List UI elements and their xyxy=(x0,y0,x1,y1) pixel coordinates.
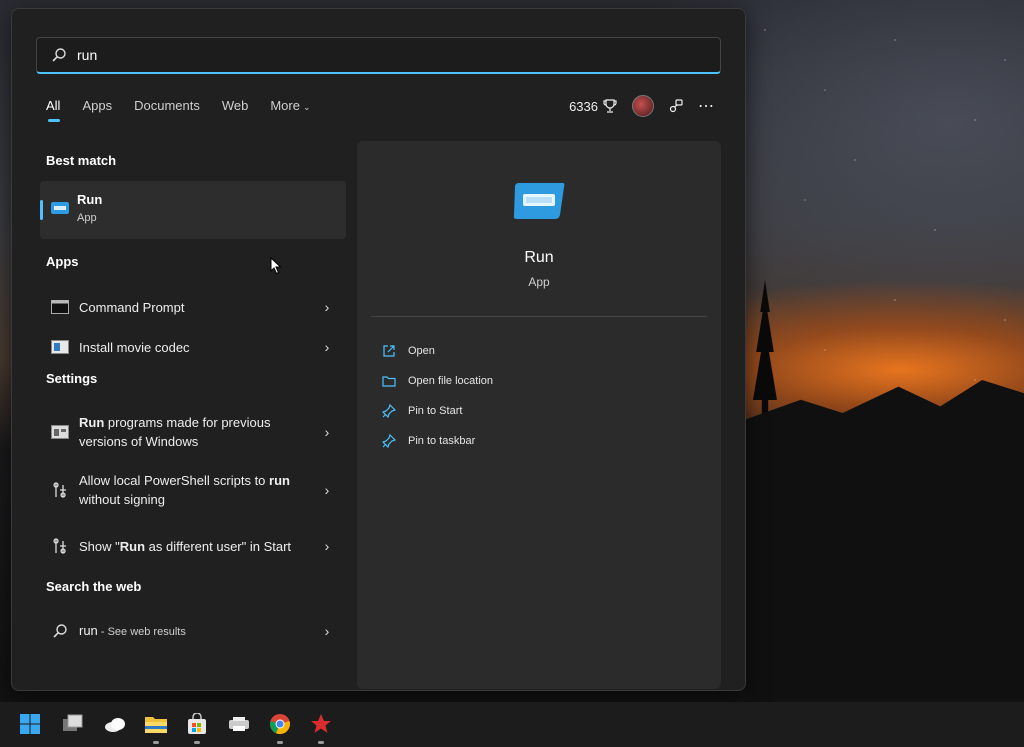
web-search-result[interactable]: run - See web results › xyxy=(40,611,346,651)
folder-icon xyxy=(381,373,397,389)
setting-result-label: Allow local PowerShell scripts to run wi… xyxy=(79,471,320,509)
section-best-match: Best match xyxy=(46,153,117,168)
search-icon xyxy=(50,621,70,641)
setting-text: Allow local PowerShell scripts to xyxy=(79,473,270,488)
action-label: Pin to taskbar xyxy=(408,435,476,447)
action-label: Open file location xyxy=(408,375,493,387)
share-icon[interactable] xyxy=(668,98,684,114)
match-highlight: run xyxy=(269,473,290,488)
trophy-icon xyxy=(603,99,617,113)
search-input[interactable]: run xyxy=(77,47,97,63)
search-icon xyxy=(52,48,66,62)
setting-text: Show " xyxy=(79,538,120,554)
pin-icon xyxy=(381,403,397,419)
pin-icon xyxy=(381,433,397,449)
task-view-icon[interactable] xyxy=(61,712,85,736)
tab-apps[interactable]: Apps xyxy=(82,98,112,113)
chevron-right-icon[interactable]: › xyxy=(320,538,334,554)
chevron-right-icon[interactable]: › xyxy=(320,482,334,498)
tab-all[interactable]: All xyxy=(46,98,61,122)
setting-text: as different user" in Start xyxy=(145,538,292,554)
chevron-right-icon[interactable]: › xyxy=(320,339,334,355)
preview-pane: Run App Open Open file location Pin to S… xyxy=(357,141,721,689)
start-search-panel: run All Apps Documents Web More ⌄ 6336 ⋯ … xyxy=(11,8,746,691)
preview-subtitle: App xyxy=(528,275,550,289)
best-match-subtitle: App xyxy=(77,212,97,224)
filter-tabs: All Apps Documents Web More ⌄ xyxy=(46,98,333,122)
setting-text: without signing xyxy=(79,492,165,507)
action-pin-to-taskbar[interactable]: Pin to taskbar xyxy=(381,433,475,449)
search-toolbar: 6336 ⋯ xyxy=(569,95,715,117)
rewards-points[interactable]: 6336 xyxy=(569,98,618,114)
rewards-points-value: 6336 xyxy=(569,98,598,114)
chrome-icon[interactable] xyxy=(268,712,292,736)
web-query: run xyxy=(79,622,98,638)
match-highlight: Run xyxy=(119,538,146,554)
action-pin-to-start[interactable]: Pin to Start xyxy=(381,403,462,419)
setting-result-compatibility[interactable]: Run programs made for previous versions … xyxy=(40,403,346,461)
windows-start-icon[interactable] xyxy=(18,712,42,736)
best-match-title: Run xyxy=(77,192,103,207)
app-window-icon xyxy=(50,337,70,357)
developer-settings-icon xyxy=(50,480,70,500)
action-open-file-location[interactable]: Open file location xyxy=(381,373,493,389)
running-indicator xyxy=(318,741,324,744)
action-label: Pin to Start xyxy=(408,405,463,417)
match-highlight: Run xyxy=(79,415,105,430)
preview-title: Run xyxy=(524,249,554,266)
tab-more-label: More xyxy=(270,98,300,113)
action-label: Open xyxy=(408,345,435,357)
divider xyxy=(371,316,707,317)
search-box[interactable]: run xyxy=(36,37,721,74)
running-indicator xyxy=(277,741,283,744)
setting-result-run-as-user[interactable]: Show "Run as different user" in Start › xyxy=(40,517,346,575)
tab-web[interactable]: Web xyxy=(222,98,249,113)
setting-result-label: Show "Run as different user" in Start xyxy=(79,537,320,556)
printer-app-icon[interactable] xyxy=(227,712,251,736)
section-search-the-web: Search the web xyxy=(46,579,142,594)
section-apps: Apps xyxy=(46,254,79,269)
red-app-icon[interactable] xyxy=(309,712,333,736)
web-search-label: run - See web results xyxy=(79,621,320,642)
best-match-run[interactable]: Run App xyxy=(40,181,346,275)
app-result-label: Install movie codec xyxy=(79,339,190,355)
section-settings: Settings xyxy=(46,371,98,386)
tab-documents[interactable]: Documents xyxy=(134,98,200,113)
action-open[interactable]: Open xyxy=(381,343,435,359)
developer-settings-icon xyxy=(50,536,70,556)
running-indicator xyxy=(153,741,159,744)
weather-icon[interactable] xyxy=(103,712,127,736)
microsoft-store-icon[interactable] xyxy=(185,712,209,736)
running-indicator xyxy=(194,741,200,744)
chevron-right-icon[interactable]: › xyxy=(320,623,334,639)
mouse-cursor-icon xyxy=(270,257,282,275)
chevron-down-icon: ⌄ xyxy=(302,102,311,112)
app-result-install-movie-codec[interactable]: Install movie codec › xyxy=(40,327,346,367)
run-app-large-icon xyxy=(513,183,565,219)
compatibility-settings-icon xyxy=(50,422,70,442)
taskbar xyxy=(0,702,1024,747)
more-options-icon[interactable]: ⋯ xyxy=(698,96,715,116)
setting-result-label: Run programs made for previous versions … xyxy=(79,413,320,451)
open-external-icon xyxy=(381,343,397,359)
setting-result-powershell[interactable]: Allow local PowerShell scripts to run wi… xyxy=(40,461,346,519)
app-result-command-prompt[interactable]: Command Prompt › xyxy=(40,287,346,327)
tab-more[interactable]: More ⌄ xyxy=(270,98,310,113)
chevron-right-icon[interactable]: › xyxy=(320,424,334,440)
wallpaper-stars xyxy=(745,0,1024,400)
chevron-right-icon[interactable]: › xyxy=(320,299,334,315)
command-prompt-icon xyxy=(50,297,70,317)
avatar[interactable] xyxy=(632,95,654,117)
app-result-label: Command Prompt xyxy=(79,299,185,315)
selection-indicator xyxy=(40,200,43,220)
file-explorer-icon[interactable] xyxy=(144,712,168,736)
wallpaper-mountains xyxy=(745,380,1024,710)
setting-text: programs made for previous versions of W… xyxy=(79,415,271,449)
web-suffix: - See web results xyxy=(97,625,186,638)
run-app-icon xyxy=(51,202,69,214)
